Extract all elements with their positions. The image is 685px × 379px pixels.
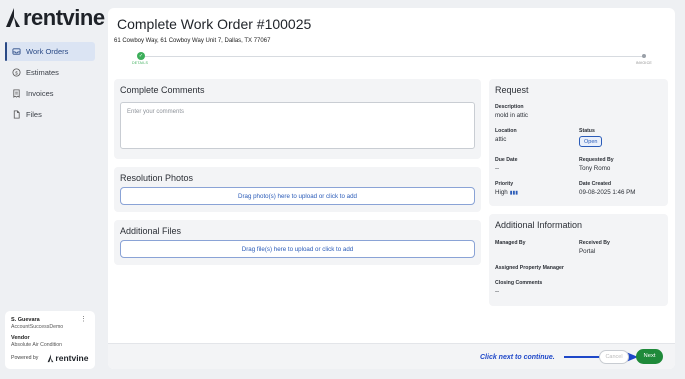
- managed-by-label: Managed By: [495, 240, 526, 246]
- powered-by: Powered by rentvine: [11, 353, 88, 363]
- sidebar-nav: Work Orders $ Estimates Invoices Files: [5, 42, 95, 126]
- additional-information-panel: Additional Information Managed By Receiv…: [489, 214, 668, 306]
- sidebar-item-label: Estimates: [26, 68, 59, 77]
- user-account: AccountSuccessDemo: [11, 324, 64, 330]
- user-company: Absolute Air Condition: [11, 342, 63, 348]
- inbox-icon: [12, 47, 21, 56]
- user-role: Vendor: [11, 335, 30, 341]
- resolution-photos-panel: Resolution Photos Drag photo(s) here to …: [114, 167, 481, 212]
- requested-by-value: Tony Romo: [579, 165, 611, 172]
- status-field: Status Open: [579, 128, 603, 147]
- priority-label: Priority: [495, 181, 514, 187]
- due-date-label: Due Date: [495, 157, 518, 163]
- priority-value-row: High ▮▮▮: [495, 189, 518, 196]
- date-created-label: Date Created: [579, 181, 612, 187]
- step-details-check-icon[interactable]: ✓: [137, 52, 145, 60]
- location-value: attic: [495, 136, 507, 143]
- action-footer: Click next to continue. Cancel Next: [108, 343, 675, 369]
- user-card: ⋮ S. Guevara AccountSuccessDemo Vendor A…: [5, 311, 95, 369]
- sidebar-item-label: Files: [26, 110, 42, 119]
- file-dropzone[interactable]: Drag file(s) here to upload or click to …: [120, 240, 475, 258]
- priority-field: Priority High ▮▮▮: [495, 181, 518, 196]
- received-by-label: Received By: [579, 240, 610, 246]
- additional-files-title: Additional Files: [120, 226, 182, 236]
- progress-stepper: ✓ DETAILS INVOICE: [132, 52, 652, 71]
- date-created-field: Date Created 09-08-2025 1:46 PM: [579, 181, 635, 196]
- step-details-label: DETAILS: [132, 61, 149, 65]
- sidebar-item-files[interactable]: Files: [5, 105, 95, 124]
- description-value: mold in attic: [495, 112, 529, 119]
- kebab-menu-icon[interactable]: ⋮: [80, 316, 87, 323]
- due-date-field: Due Date --: [495, 157, 518, 172]
- receipt-icon: [12, 89, 21, 98]
- resolution-photos-title: Resolution Photos: [120, 173, 194, 183]
- location-field: Location attic: [495, 128, 517, 143]
- location-label: Location: [495, 128, 517, 134]
- description-field: Description mold in attic: [495, 104, 528, 119]
- received-by-field: Received By Portal: [579, 240, 610, 255]
- priority-value: High: [495, 189, 508, 196]
- brand-logo[interactable]: rentvine: [5, 7, 105, 29]
- complete-comments-panel: Complete Comments Enter your comments: [114, 79, 481, 159]
- sidebar: rentvine Work Orders $ Estimates Invoice…: [0, 0, 105, 379]
- date-created-value: 09-08-2025 1:46 PM: [579, 189, 636, 196]
- closing-comments-value: --: [495, 288, 500, 295]
- request-panel: Request Description mold in attic Locati…: [489, 79, 668, 206]
- request-title: Request: [495, 85, 529, 95]
- sidebar-item-label: Work Orders: [26, 47, 69, 56]
- status-badge[interactable]: Open: [579, 136, 603, 147]
- property-address: 61 Cowboy Way, 61 Cowboy Way Unit 7, Dal…: [114, 38, 271, 44]
- sidebar-item-estimates[interactable]: $ Estimates: [5, 63, 95, 82]
- description-label: Description: [495, 104, 524, 110]
- dollar-circle-icon: $: [12, 68, 21, 77]
- sidebar-item-work-orders[interactable]: Work Orders: [5, 42, 95, 61]
- comments-title: Complete Comments: [120, 85, 205, 95]
- received-by-value: Portal: [579, 248, 596, 255]
- photo-dropzone[interactable]: Drag photo(s) here to upload or click to…: [120, 187, 475, 205]
- requested-by-label: Requested By: [579, 157, 614, 163]
- requested-by-field: Requested By Tony Romo: [579, 157, 614, 172]
- assigned-pm-label: Assigned Property Manager: [495, 265, 564, 271]
- brand-name: rentvine: [23, 5, 105, 30]
- main-content: Complete Work Order #100025 61 Cowboy Wa…: [108, 8, 675, 369]
- user-name: S. Guevara: [11, 317, 40, 323]
- powered-by-brand: rentvine: [55, 353, 89, 363]
- priority-bars-icon: ▮▮▮: [509, 190, 518, 196]
- additional-info-title: Additional Information: [495, 220, 583, 230]
- powered-by-label: Powered by: [11, 355, 39, 361]
- closing-comments-field: Closing Comments --: [495, 280, 542, 295]
- sidebar-item-label: Invoices: [26, 89, 54, 98]
- rentvine-logo-icon: [48, 353, 54, 362]
- stepper-line: [141, 55, 643, 57]
- sidebar-item-invoices[interactable]: Invoices: [5, 84, 95, 103]
- managed-by-field: Managed By: [495, 240, 526, 248]
- due-date-value: --: [495, 165, 500, 172]
- step-invoice-dot[interactable]: [642, 54, 646, 58]
- step-invoice-label: INVOICE: [635, 61, 652, 65]
- assigned-pm-field: Assigned Property Manager: [495, 265, 564, 273]
- page-title: Complete Work Order #100025: [117, 16, 312, 32]
- closing-comments-label: Closing Comments: [495, 280, 543, 286]
- rentvine-logo-icon: [6, 8, 20, 27]
- cancel-button[interactable]: Cancel: [599, 350, 629, 364]
- svg-text:$: $: [15, 70, 18, 76]
- additional-files-panel: Additional Files Drag file(s) here to up…: [114, 220, 481, 265]
- status-label: Status: [579, 128, 595, 134]
- comments-textarea[interactable]: Enter your comments: [120, 102, 475, 149]
- powered-by-logo: rentvine: [47, 353, 88, 363]
- file-icon: [12, 110, 21, 119]
- instruction-hint: Click next to continue.: [480, 354, 555, 361]
- next-button[interactable]: Next: [636, 349, 663, 364]
